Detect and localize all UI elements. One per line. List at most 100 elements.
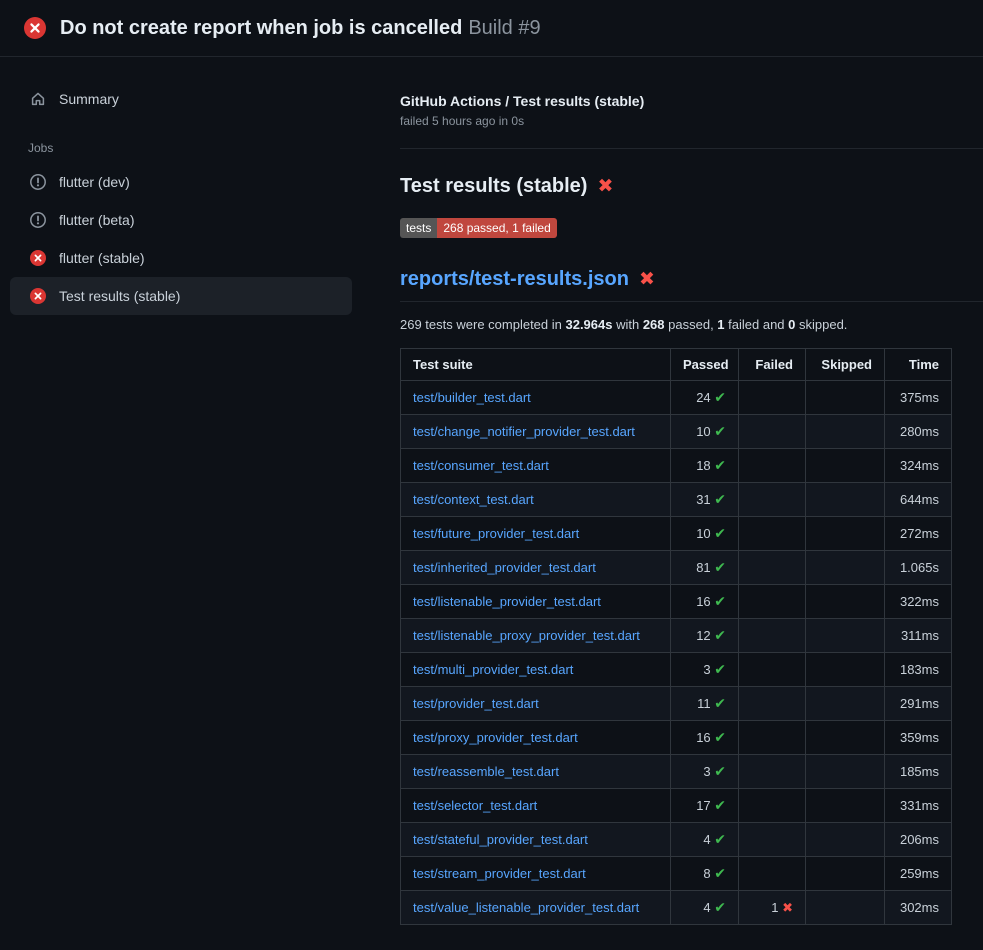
- count-value: 17: [696, 798, 714, 813]
- summary-line: 269 tests were completed in 32.964s with…: [400, 317, 983, 332]
- suite-link[interactable]: test/context_test.dart: [413, 492, 534, 507]
- count-value: 81: [696, 560, 714, 575]
- sidebar-item-summary[interactable]: Summary: [10, 83, 352, 115]
- passed-cell: 11 ✔: [671, 687, 739, 721]
- skipped-cell: [806, 449, 885, 483]
- time-cell: 644ms: [885, 483, 952, 517]
- count-value: 3: [703, 662, 714, 677]
- run-status: failed 5 hours ago in 0s: [400, 114, 983, 128]
- report-link[interactable]: reports/test-results.json: [400, 268, 629, 291]
- suite-link[interactable]: test/selector_test.dart: [413, 798, 537, 813]
- sidebar-job-test-results-stable[interactable]: Test results (stable): [10, 277, 352, 315]
- suite-link[interactable]: test/change_notifier_provider_test.dart: [413, 424, 635, 439]
- summary-text: with: [612, 317, 642, 332]
- failed-cell: [739, 619, 806, 653]
- suite-cell: test/selector_test.dart: [401, 789, 671, 823]
- passed-cell: 31 ✔: [671, 483, 739, 517]
- check-icon: ✔: [714, 695, 726, 711]
- count-value: 1: [771, 900, 782, 915]
- count-value: 31: [696, 492, 714, 507]
- time-cell: 185ms: [885, 755, 952, 789]
- suite-cell: test/change_notifier_provider_test.dart: [401, 415, 671, 449]
- column-header-failed: Failed: [739, 349, 806, 381]
- table-row: test/selector_test.dart17 ✔331ms: [401, 789, 952, 823]
- home-icon: [30, 91, 46, 107]
- summary-value: 1: [717, 317, 724, 332]
- suite-link[interactable]: test/future_provider_test.dart: [413, 526, 579, 541]
- check-icon: ✔: [714, 627, 726, 643]
- table-row: test/listenable_provider_test.dart16 ✔32…: [401, 585, 952, 619]
- failed-cell: [739, 585, 806, 619]
- suite-link[interactable]: test/consumer_test.dart: [413, 458, 549, 473]
- check-icon: ✔: [714, 593, 726, 609]
- check-icon: ✔: [714, 831, 726, 847]
- time-cell: 311ms: [885, 619, 952, 653]
- job-label: flutter (dev): [59, 174, 130, 190]
- job-label: flutter (beta): [59, 212, 134, 228]
- job-label: flutter (stable): [59, 250, 145, 266]
- failed-x-icon: ✖: [597, 177, 613, 196]
- passed-cell: 3 ✔: [671, 653, 739, 687]
- suite-link[interactable]: test/listenable_provider_test.dart: [413, 594, 601, 609]
- table-row: test/builder_test.dart 24 ✔ 375ms: [401, 381, 952, 415]
- skipped-cell: [806, 857, 885, 891]
- table-row: test/inherited_provider_test.dart81 ✔1.0…: [401, 551, 952, 585]
- suite-cell: test/reassemble_test.dart: [401, 755, 671, 789]
- skipped-cell: [806, 551, 885, 585]
- time-cell: 359ms: [885, 721, 952, 755]
- time-cell: 375ms: [885, 381, 952, 415]
- suite-link[interactable]: test/stream_provider_test.dart: [413, 866, 586, 881]
- suite-link[interactable]: test/value_listenable_provider_test.dart: [413, 900, 639, 915]
- summary-value: 32.964s: [565, 317, 612, 332]
- suite-cell: test/stream_provider_test.dart: [401, 857, 671, 891]
- check-title: Test results (stable): [400, 175, 587, 198]
- suite-cell: test/multi_provider_test.dart: [401, 653, 671, 687]
- passed-cell: 12 ✔: [671, 619, 739, 653]
- suite-link[interactable]: test/reassemble_test.dart: [413, 764, 559, 779]
- failed-cell: [739, 449, 806, 483]
- suite-link[interactable]: test/stateful_provider_test.dart: [413, 832, 588, 847]
- skipped-cell: [806, 823, 885, 857]
- passed-cell: 24 ✔: [671, 381, 739, 415]
- check-icon: ✔: [714, 389, 726, 405]
- time-cell: 272ms: [885, 517, 952, 551]
- table-header-row: Test suitePassedFailedSkippedTime: [401, 349, 952, 381]
- suite-link[interactable]: test/provider_test.dart: [413, 696, 539, 711]
- table-row: test/stream_provider_test.dart 8 ✔ 259ms: [401, 857, 952, 891]
- suite-cell: test/listenable_provider_test.dart: [401, 585, 671, 619]
- suite-link[interactable]: test/builder_test.dart: [413, 390, 531, 405]
- table-body: test/builder_test.dart 24 ✔ 375ms test/chan…: [401, 381, 952, 925]
- check-icon: ✔: [714, 797, 726, 813]
- count-value: 11: [697, 696, 714, 711]
- badge-label: tests: [400, 218, 437, 238]
- skipped-cell: [806, 789, 885, 823]
- suite-link[interactable]: test/multi_provider_test.dart: [413, 662, 573, 677]
- table-row: test/future_provider_test.dart10 ✔272ms: [401, 517, 952, 551]
- passed-cell: 16 ✔: [671, 721, 739, 755]
- suite-cell: test/proxy_provider_test.dart: [401, 721, 671, 755]
- passed-cell: 3 ✔: [671, 755, 739, 789]
- passed-cell: 4 ✔: [671, 823, 739, 857]
- suite-cell: test/future_provider_test.dart: [401, 517, 671, 551]
- skipped-cell: [806, 619, 885, 653]
- sidebar-job-flutter-stable[interactable]: flutter (stable): [10, 239, 352, 277]
- suite-link[interactable]: test/inherited_provider_test.dart: [413, 560, 596, 575]
- suite-cell: test/builder_test.dart: [401, 381, 671, 415]
- count-value: 10: [696, 424, 714, 439]
- failed-cell: [739, 551, 806, 585]
- table-row: test/consumer_test.dart18 ✔324ms: [401, 449, 952, 483]
- failed-cell: [739, 415, 806, 449]
- check-icon: ✔: [714, 423, 726, 439]
- count-value: 4: [703, 832, 714, 847]
- suite-link[interactable]: test/proxy_provider_test.dart: [413, 730, 578, 745]
- count-value: 16: [696, 730, 714, 745]
- time-cell: 259ms: [885, 857, 952, 891]
- sidebar-job-flutter-dev[interactable]: flutter (dev): [10, 163, 352, 201]
- suite-cell: test/stateful_provider_test.dart: [401, 823, 671, 857]
- suite-link[interactable]: test/listenable_proxy_provider_test.dart: [413, 628, 640, 643]
- count-value: 3: [703, 764, 714, 779]
- sidebar-job-flutter-beta[interactable]: flutter (beta): [10, 201, 352, 239]
- skipped-cell: [806, 755, 885, 789]
- badge-value: 268 passed, 1 failed: [437, 218, 556, 238]
- passed-cell: 8 ✔: [671, 857, 739, 891]
